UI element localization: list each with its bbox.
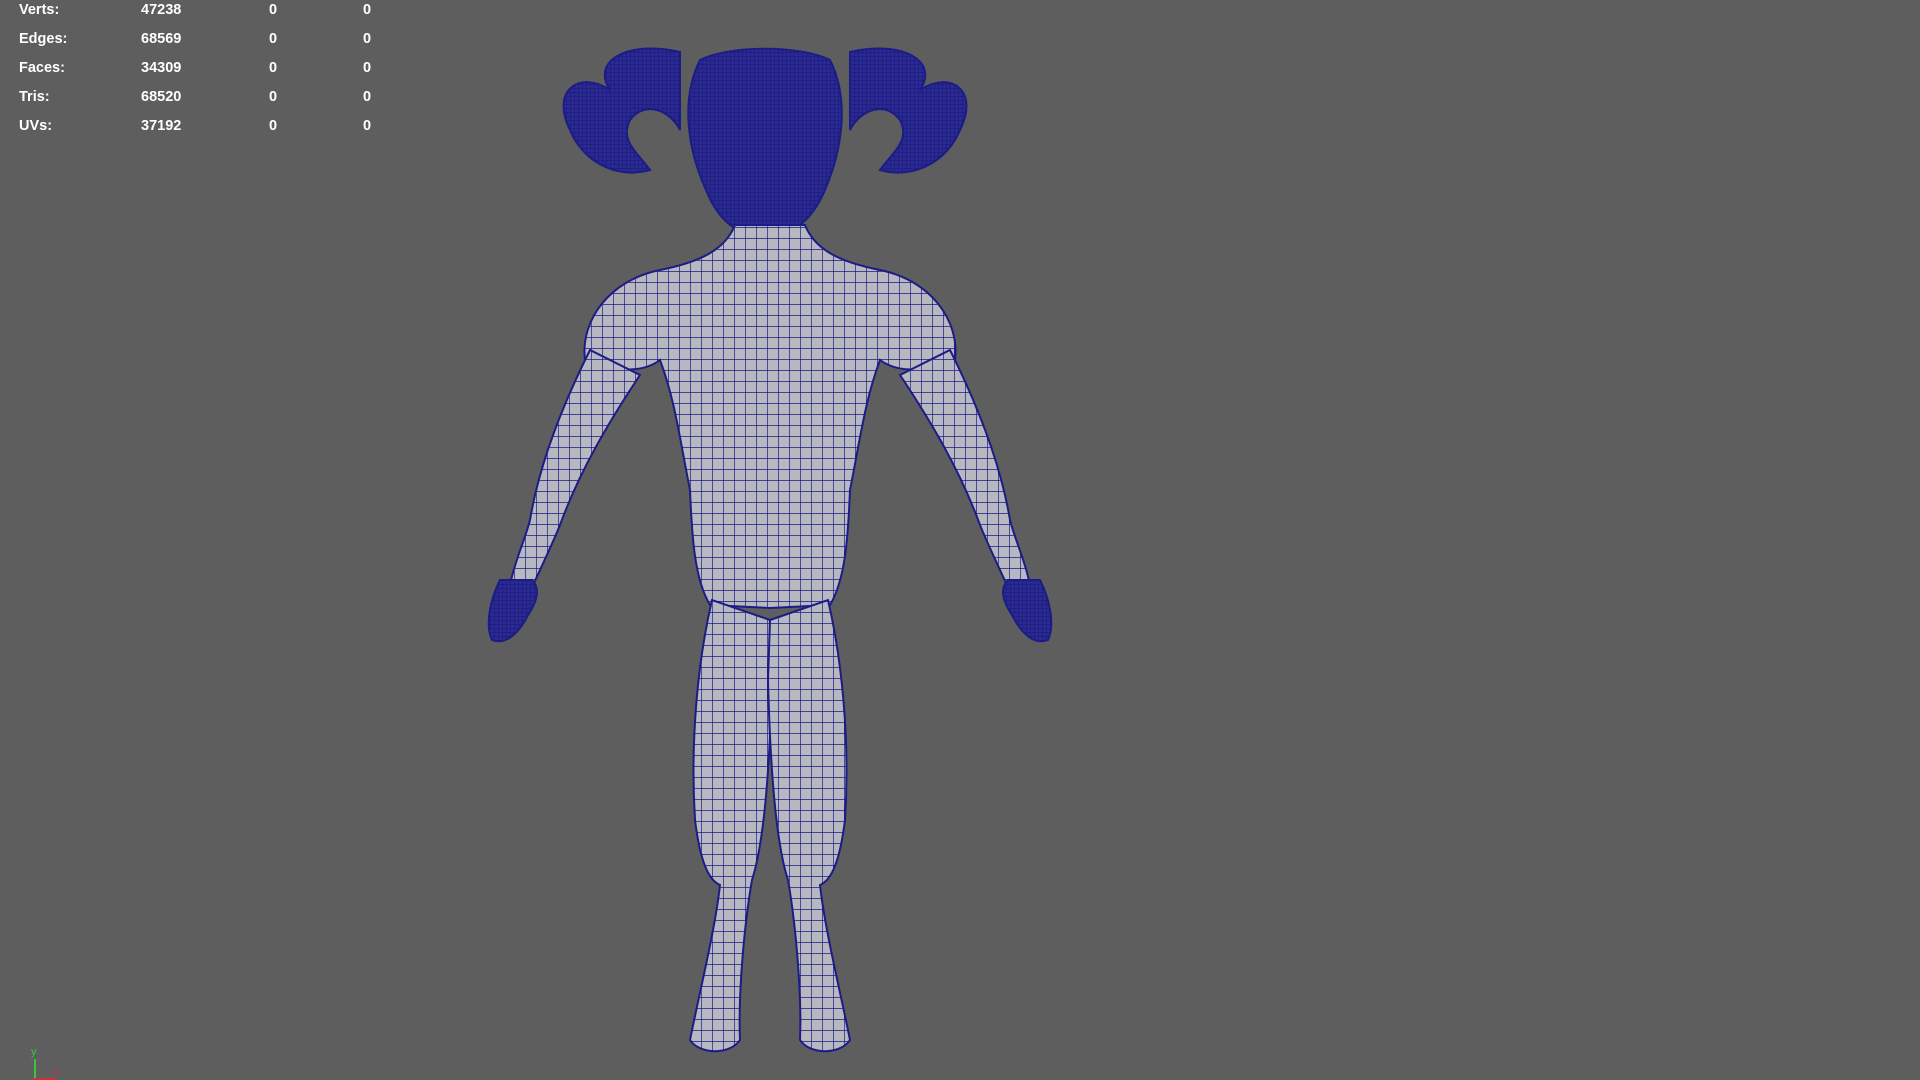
hud-count: 47238 xyxy=(141,2,182,18)
hud-selected-uv: 0 xyxy=(363,89,372,105)
axis-y-label: y xyxy=(31,1046,37,1058)
hud-selected: 0 xyxy=(269,60,278,76)
hud-count: 34309 xyxy=(141,60,182,76)
hud-count: 68520 xyxy=(141,89,182,105)
left-horn xyxy=(562,47,681,174)
right-arm xyxy=(898,348,1032,594)
axis-indicator: y x xyxy=(26,1046,66,1080)
hud-selected-uv: 0 xyxy=(363,31,372,47)
hud-label: Edges: xyxy=(19,31,68,47)
hud-count: 68569 xyxy=(141,31,182,47)
torso xyxy=(583,224,957,610)
hud-selected: 0 xyxy=(269,118,278,134)
hud-selected: 0 xyxy=(269,2,278,18)
hud-selected: 0 xyxy=(269,89,278,105)
hud-selected-uv: 0 xyxy=(363,118,372,134)
hud-selected: 0 xyxy=(269,31,278,47)
demon-wireframe-model[interactable] xyxy=(470,40,1120,1060)
left-hand xyxy=(487,579,538,643)
model-body xyxy=(487,47,1053,1053)
hud-label: Tris: xyxy=(19,89,50,105)
right-hand xyxy=(1002,579,1053,643)
axis-x-label: x xyxy=(53,1066,59,1078)
left-leg xyxy=(688,598,774,1053)
hud-selected-uv: 0 xyxy=(363,2,372,18)
right-leg xyxy=(766,598,852,1053)
head xyxy=(687,47,843,239)
viewport-3d[interactable]: Verts: 47238 0 0 Edges: 68569 0 0 Faces:… xyxy=(0,0,1920,1080)
hud-label: Verts: xyxy=(19,2,60,18)
left-arm xyxy=(508,348,642,594)
hud-label: UVs: xyxy=(19,118,53,134)
hud-selected-uv: 0 xyxy=(363,60,372,76)
right-horn xyxy=(849,47,968,174)
axis-y-line xyxy=(34,1059,36,1080)
hud-label: Faces: xyxy=(19,60,65,76)
hud-count: 37192 xyxy=(141,118,182,134)
